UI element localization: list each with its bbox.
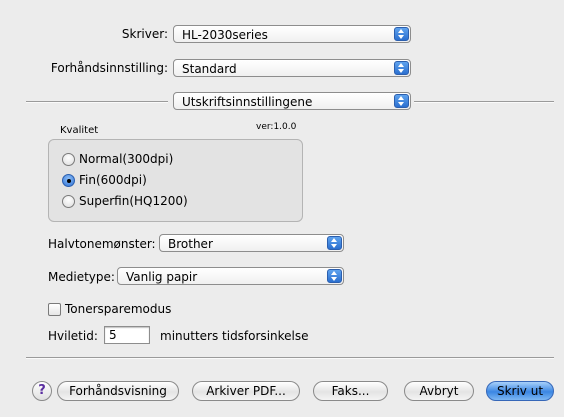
printer-label: Skriver:	[121, 27, 168, 41]
radio-normal-label: Normal(300dpi)	[79, 152, 174, 166]
fax-button[interactable]: Faks...	[313, 381, 388, 401]
preset-label: Forhåndsinnstilling:	[50, 61, 168, 75]
popup-arrows-icon	[394, 94, 409, 108]
popup-arrows-icon	[327, 236, 342, 250]
version-label: ver:1.0.0	[256, 122, 297, 132]
radio-normal[interactable]	[62, 153, 75, 166]
halftone-value: Brother	[168, 237, 213, 251]
help-button[interactable]: ?	[32, 381, 52, 401]
radio-fine[interactable]	[62, 174, 75, 187]
media-label: Medietype:	[48, 270, 115, 284]
media-value: Vanlig papir	[126, 270, 198, 284]
sleep-input[interactable]	[104, 326, 150, 344]
toner-label: Tonersparemodus	[65, 302, 172, 316]
panel-value: Utskriftsinnstillingene	[182, 95, 313, 109]
save-pdf-button[interactable]: Arkiver PDF...	[192, 381, 300, 401]
toner-checkbox[interactable]	[48, 303, 61, 316]
popup-arrows-icon	[394, 27, 409, 41]
separator-line	[414, 101, 554, 102]
cancel-button[interactable]: Avbryt	[404, 381, 474, 401]
radio-superfine-label: Superfin(HQ1200)	[79, 194, 188, 208]
media-popup[interactable]: Vanlig papir	[117, 267, 344, 285]
preset-value: Standard	[182, 62, 237, 76]
sleep-label: Hviletid:	[48, 329, 98, 343]
radio-superfine[interactable]	[62, 195, 75, 208]
quality-title: Kvalitet	[60, 125, 99, 136]
panel-popup[interactable]: Utskriftsinnstillingene	[173, 92, 411, 110]
preset-popup[interactable]: Standard	[173, 59, 411, 77]
radio-fine-label: Fin(600dpi)	[79, 173, 147, 187]
popup-arrows-icon	[394, 61, 409, 75]
separator-line	[26, 357, 554, 358]
preview-button[interactable]: Forhåndsvisning	[57, 381, 179, 401]
printer-value: HL-2030series	[182, 28, 268, 42]
popup-arrows-icon	[327, 269, 342, 283]
separator-line	[26, 101, 168, 102]
halftone-label: Halvtonemønster:	[48, 237, 156, 251]
halftone-popup[interactable]: Brother	[159, 234, 344, 252]
sleep-suffix: minutters tidsforsinkelse	[160, 329, 309, 343]
printer-popup[interactable]: HL-2030series	[173, 25, 411, 43]
print-button[interactable]: Skriv ut	[486, 381, 554, 401]
